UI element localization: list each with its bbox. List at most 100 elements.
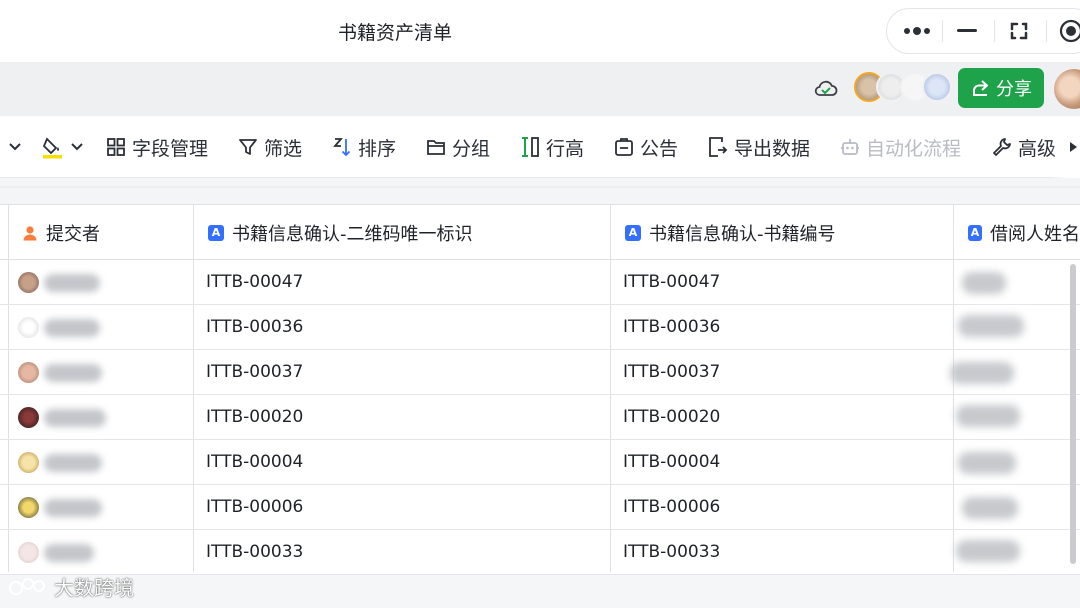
- field-manage-button[interactable]: 字段管理: [106, 116, 208, 178]
- qr-id-cell[interactable]: ITTB-00047: [194, 260, 303, 304]
- wrench-icon: [993, 138, 1011, 156]
- column-header-label: 借阅人姓名: [990, 223, 1080, 245]
- column-header-submitter[interactable]: 提交者: [8, 205, 194, 260]
- fill-color-button[interactable]: [42, 116, 84, 178]
- submitter-cell[interactable]: [18, 270, 108, 296]
- qr-id-cell[interactable]: ITTB-00020: [194, 395, 303, 439]
- chevron-down-icon: [71, 143, 83, 151]
- column-header-borrower[interactable]: A 借阅人姓名: [954, 205, 1080, 260]
- avatar: [18, 407, 39, 428]
- filter-button[interactable]: 筛选: [238, 116, 302, 178]
- book-no-cell[interactable]: ITTB-00047: [611, 260, 720, 304]
- avatar: [18, 272, 39, 293]
- book-no-cell[interactable]: ITTB-00004: [611, 440, 720, 484]
- group-label: 分组: [452, 137, 491, 160]
- robot-icon: [841, 139, 859, 155]
- column-header-label: 书籍信息确认-二维码唯一标识: [232, 223, 473, 245]
- borrower-cell[interactable]: [962, 272, 1006, 294]
- page-title: 书籍资产清单: [338, 22, 453, 44]
- record-button[interactable]: [1045, 9, 1080, 53]
- borrower-cell[interactable]: [950, 362, 1014, 384]
- column-header-book-no[interactable]: A 书籍信息确认-书籍编号: [611, 205, 953, 260]
- table-row[interactable]: ITTB-00047 ITTB-00047: [0, 260, 1080, 305]
- submitter-cell[interactable]: [18, 405, 108, 431]
- watermark-logo-icon: [9, 577, 45, 595]
- share-bar: 分享: [0, 62, 1080, 116]
- restore-button[interactable]: [993, 9, 1045, 53]
- table-row[interactable]: ITTB-00004 ITTB-00004: [0, 440, 1080, 485]
- watermark-text: 大数跨境: [54, 576, 134, 600]
- advanced-button[interactable]: 高级: [992, 116, 1056, 178]
- divider: [0, 186, 1080, 188]
- group-button[interactable]: 分组: [426, 116, 490, 178]
- vertical-scrollbar[interactable]: [1070, 264, 1076, 564]
- text-field-icon: A: [625, 224, 641, 241]
- more-button[interactable]: [891, 9, 943, 53]
- share-button[interactable]: 分享: [958, 68, 1044, 108]
- table-row[interactable]: ITTB-00037 ITTB-00037: [0, 350, 1080, 395]
- book-no-cell[interactable]: ITTB-00006: [611, 485, 720, 529]
- person-icon: [23, 225, 37, 240]
- automation-button[interactable]: 自动化流程: [840, 116, 961, 178]
- sort-button[interactable]: 排序: [332, 116, 396, 178]
- qr-id-cell[interactable]: ITTB-00037: [194, 350, 303, 394]
- submitter-cell[interactable]: [18, 540, 108, 566]
- column-header-label: 提交者: [46, 223, 100, 245]
- qr-id-cell[interactable]: ITTB-00004: [194, 440, 303, 484]
- title-bar: 书籍资产清单: [0, 0, 1080, 62]
- export-button[interactable]: 导出数据: [708, 116, 810, 178]
- grid-icon: [107, 138, 125, 156]
- view-dropdown[interactable]: [8, 116, 22, 178]
- avatar: [18, 452, 39, 473]
- borrower-cell[interactable]: [956, 405, 1020, 427]
- minimize-icon: [957, 29, 977, 32]
- sort-icon: [333, 138, 351, 157]
- column-header-qr-id[interactable]: A 书籍信息确认-二维码唯一标识: [194, 205, 610, 260]
- view-toolbar: 字段管理 筛选 排序 分组 行高 公告 导出数据 自动化流程 高级: [0, 116, 1080, 178]
- watermark: 大数跨境: [8, 572, 134, 601]
- avatar: [922, 72, 952, 102]
- book-no-cell[interactable]: ITTB-00033: [611, 530, 720, 574]
- qr-id-cell[interactable]: ITTB-00006: [194, 485, 303, 529]
- announcement-button[interactable]: 公告: [614, 116, 678, 178]
- triangle-right-icon: [1070, 142, 1077, 152]
- book-no-cell[interactable]: ITTB-00037: [611, 350, 720, 394]
- table-row[interactable]: ITTB-00020 ITTB-00020: [0, 395, 1080, 440]
- avatar: [18, 362, 39, 383]
- table-row[interactable]: ITTB-00036 ITTB-00036: [0, 305, 1080, 350]
- borrower-cell[interactable]: [956, 540, 1020, 562]
- restore-icon: [1010, 22, 1028, 40]
- borrower-cell[interactable]: [958, 315, 1024, 337]
- table-footer: [0, 575, 1080, 608]
- filter-label: 筛选: [264, 137, 303, 160]
- book-no-cell[interactable]: ITTB-00036: [611, 305, 720, 349]
- fill-color-icon: [42, 137, 62, 159]
- field-manage-label: 字段管理: [132, 137, 209, 160]
- qr-id-cell[interactable]: ITTB-00033: [194, 530, 303, 574]
- table-header: 提交者 A 书籍信息确认-二维码唯一标识 A 书籍信息确认-书籍编号 A 借阅人…: [0, 204, 1080, 260]
- record-icon: [1059, 19, 1080, 43]
- submitter-cell[interactable]: [18, 315, 108, 341]
- submitter-cell[interactable]: [18, 450, 108, 476]
- qr-id-cell[interactable]: ITTB-00036: [194, 305, 303, 349]
- minimize-button[interactable]: [941, 9, 993, 53]
- table-row[interactable]: ITTB-00033 ITTB-00033: [0, 530, 1080, 575]
- automation-label: 自动化流程: [866, 137, 962, 160]
- folder-icon: [427, 140, 445, 155]
- row-height-button[interactable]: 行高: [520, 116, 584, 178]
- avatar: [18, 497, 39, 518]
- announcement-label: 公告: [640, 137, 679, 160]
- toolbar-more-button[interactable]: [1068, 116, 1078, 178]
- announcement-icon: [615, 138, 633, 156]
- table-row[interactable]: ITTB-00006 ITTB-00006: [0, 485, 1080, 530]
- book-no-cell[interactable]: ITTB-00020: [611, 395, 720, 439]
- cloud-check-icon: [814, 80, 838, 96]
- toolbar-divider: [0, 178, 1080, 204]
- borrower-cell[interactable]: [962, 497, 1018, 519]
- collaborator-avatars[interactable]: [854, 72, 952, 104]
- submitter-cell[interactable]: [18, 495, 108, 521]
- filter-icon: [239, 139, 257, 155]
- borrower-cell[interactable]: [958, 452, 1016, 474]
- user-avatar[interactable]: [1054, 69, 1080, 109]
- submitter-cell[interactable]: [18, 360, 108, 386]
